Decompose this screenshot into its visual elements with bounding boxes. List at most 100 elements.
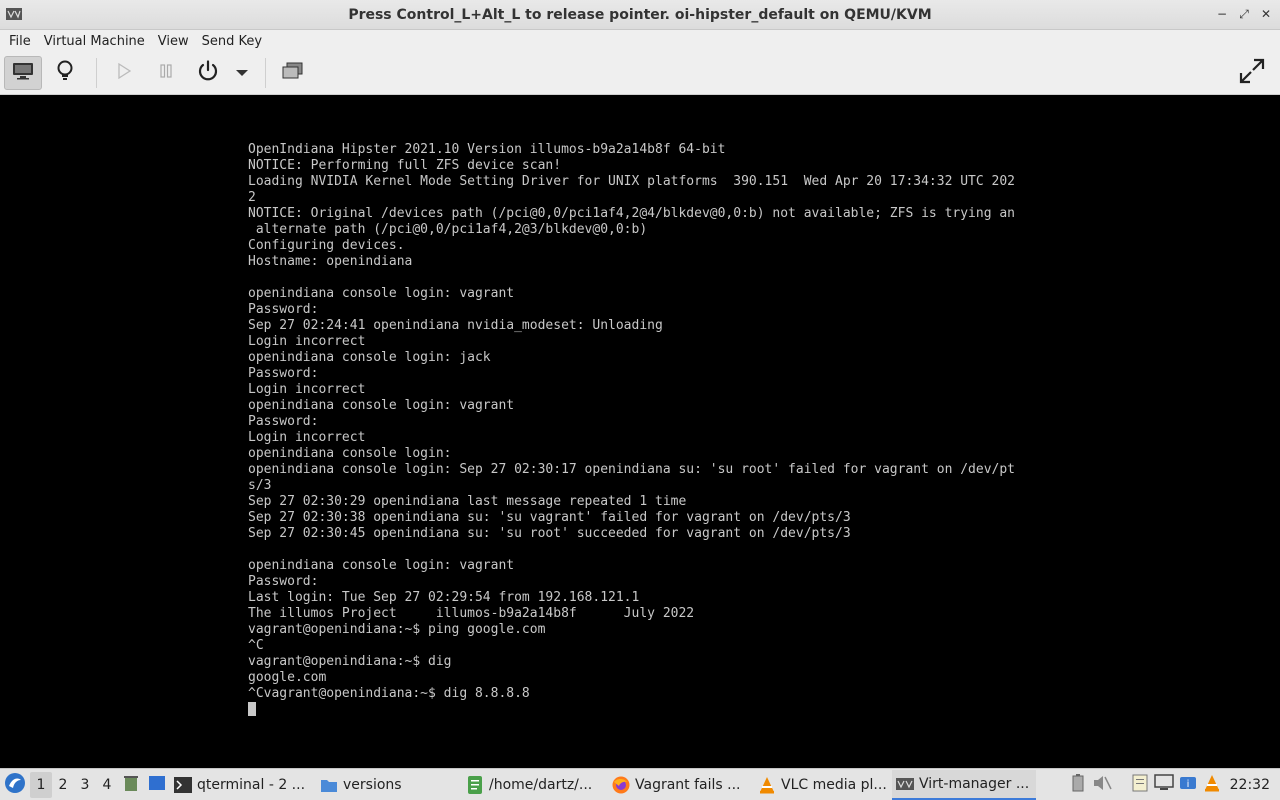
menu-file[interactable]: File	[4, 34, 36, 49]
minimize-button[interactable]: −	[1216, 6, 1228, 22]
fullscreen-button[interactable]	[1234, 56, 1270, 90]
quicklaunch-desktop[interactable]	[144, 772, 170, 798]
console-line: Sep 27 02:30:29 openindiana last message…	[248, 494, 687, 509]
workspace-4[interactable]: 4	[96, 772, 118, 798]
console-cursor-line	[248, 702, 1048, 719]
notes-icon	[1131, 774, 1149, 796]
system-tray: i 22:32	[1066, 769, 1280, 800]
taskbar: 1 2 3 4 qterminal - 2 ... versions /home…	[0, 768, 1280, 800]
tray-separator	[1114, 773, 1128, 797]
tray-network[interactable]: i	[1176, 773, 1200, 797]
console-line: Login incorrect	[248, 430, 366, 445]
console-line: openindiana console login: vagrant	[248, 286, 515, 301]
trash-icon	[122, 774, 140, 796]
shutdown-menu-button[interactable]	[231, 56, 253, 90]
menu-view[interactable]: View	[153, 34, 194, 49]
console-line: Sep 27 02:30:38 openindiana su: 'su vagr…	[248, 510, 851, 525]
task-versions[interactable]: versions	[316, 770, 460, 800]
console-line: s/3	[248, 478, 272, 493]
network-icon: i	[1179, 774, 1197, 796]
workspace-1[interactable]: 1	[30, 771, 52, 798]
console-line: NOTICE: Performing full ZFS device scan!	[248, 158, 562, 173]
task-qterminal[interactable]: qterminal - 2 ...	[170, 770, 314, 800]
vm-console-display[interactable]: OpenIndiana Hipster 2021.10 Version illu…	[0, 95, 1280, 768]
task-vlc[interactable]: VLC media pl...	[754, 770, 890, 800]
snapshots-button[interactable]	[274, 56, 312, 90]
task-label: Vagrant fails ...	[635, 776, 741, 793]
console-line: The illumos Project illumos-b9a2a14b8f J…	[248, 606, 695, 621]
vlc-icon	[758, 776, 776, 794]
workspace-2[interactable]: 2	[52, 772, 74, 798]
fullscreen-icon	[1239, 58, 1265, 88]
screen-icon	[1153, 774, 1174, 796]
console-line: alternate path (/pci@0,0/pci1af4,2@3/blk…	[248, 222, 648, 237]
console-output: OpenIndiana Hipster 2021.10 Version illu…	[248, 142, 1048, 719]
console-line: vagrant@openindiana:~$ ping google.com	[248, 622, 546, 637]
menu-send-key[interactable]: Send Key	[197, 34, 267, 49]
monitor-icon	[12, 62, 34, 84]
task-label: Virt-manager ...	[919, 775, 1030, 792]
lxqt-logo-icon	[4, 772, 26, 798]
console-line: vagrant@openindiana:~$ dig	[248, 654, 452, 669]
console-line: Password:	[248, 414, 319, 429]
power-icon	[197, 60, 219, 86]
task-firefox[interactable]: Vagrant fails ...	[608, 770, 752, 800]
chevron-down-icon	[236, 66, 248, 81]
quicklaunch-trash[interactable]	[118, 772, 144, 798]
battery-icon	[1072, 774, 1084, 796]
window-controls: − ⤢ ✕	[1216, 6, 1272, 22]
console-line: openindiana console login: vagrant	[248, 558, 515, 573]
task-label: versions	[343, 776, 402, 793]
terminal-icon	[174, 776, 192, 794]
console-line: Sep 27 02:24:41 openindiana nvidia_modes…	[248, 318, 663, 333]
console-line: ^C	[248, 638, 264, 653]
console-line: NOTICE: Original /devices path (/pci@0,0…	[248, 206, 1016, 221]
tray-display[interactable]	[1152, 773, 1176, 797]
console-line: Hostname: openindiana	[248, 254, 413, 269]
pause-button[interactable]	[147, 56, 185, 90]
window-titlebar[interactable]: Press Control_L+Alt_L to release pointer…	[0, 0, 1280, 30]
snapshots-icon	[282, 62, 304, 84]
workspace-3[interactable]: 3	[74, 772, 96, 798]
tray-vlc[interactable]	[1200, 773, 1224, 797]
menu-virtual-machine[interactable]: Virtual Machine	[39, 34, 150, 49]
console-view-button[interactable]	[4, 56, 42, 90]
lightbulb-icon	[56, 60, 74, 86]
virt-manager-app-icon	[6, 8, 22, 20]
task-virt-manager[interactable]: Virt-manager ...	[892, 769, 1036, 800]
menubar: File Virtual Machine View Send Key	[0, 30, 1280, 52]
vlc-tray-icon	[1203, 774, 1221, 796]
tray-notes[interactable]	[1128, 773, 1152, 797]
console-line: Login incorrect	[248, 334, 366, 349]
console-line: Password:	[248, 366, 319, 381]
text-editor-icon	[466, 775, 484, 794]
clock[interactable]: 22:32	[1224, 777, 1280, 793]
start-menu-button[interactable]	[0, 770, 30, 800]
console-line: Login incorrect	[248, 382, 366, 397]
console-line: openindiana console login: Sep 27 02:30:…	[248, 462, 1016, 477]
tray-clipboard[interactable]	[1066, 773, 1090, 797]
console-line: Configuring devices.	[248, 238, 405, 253]
run-button[interactable]	[105, 56, 143, 90]
task-text-editor[interactable]: /home/dartz/...	[462, 770, 606, 800]
pause-icon	[159, 64, 173, 82]
console-line: Password:	[248, 302, 319, 317]
window-title: Press Control_L+Alt_L to release pointer…	[348, 6, 932, 23]
restore-button[interactable]: ⤢	[1238, 6, 1250, 22]
console-line: Loading NVIDIA Kernel Mode Setting Drive…	[248, 174, 1016, 189]
console-line: Sep 27 02:30:45 openindiana su: 'su root…	[248, 526, 851, 541]
play-icon	[117, 62, 132, 83]
close-button[interactable]: ✕	[1260, 6, 1272, 22]
details-view-button[interactable]	[46, 56, 84, 90]
shutdown-button[interactable]	[189, 56, 227, 90]
toolbar-separator	[96, 58, 97, 88]
console-line: OpenIndiana Hipster 2021.10 Version illu…	[248, 142, 726, 157]
tray-volume[interactable]	[1090, 773, 1114, 797]
console-line: google.com	[248, 670, 327, 685]
text-cursor	[248, 702, 256, 716]
volume-muted-icon	[1092, 774, 1112, 796]
console-line: Last login: Tue Sep 27 02:29:54 from 192…	[248, 590, 640, 605]
console-line: openindiana console login: vagrant	[248, 398, 515, 413]
